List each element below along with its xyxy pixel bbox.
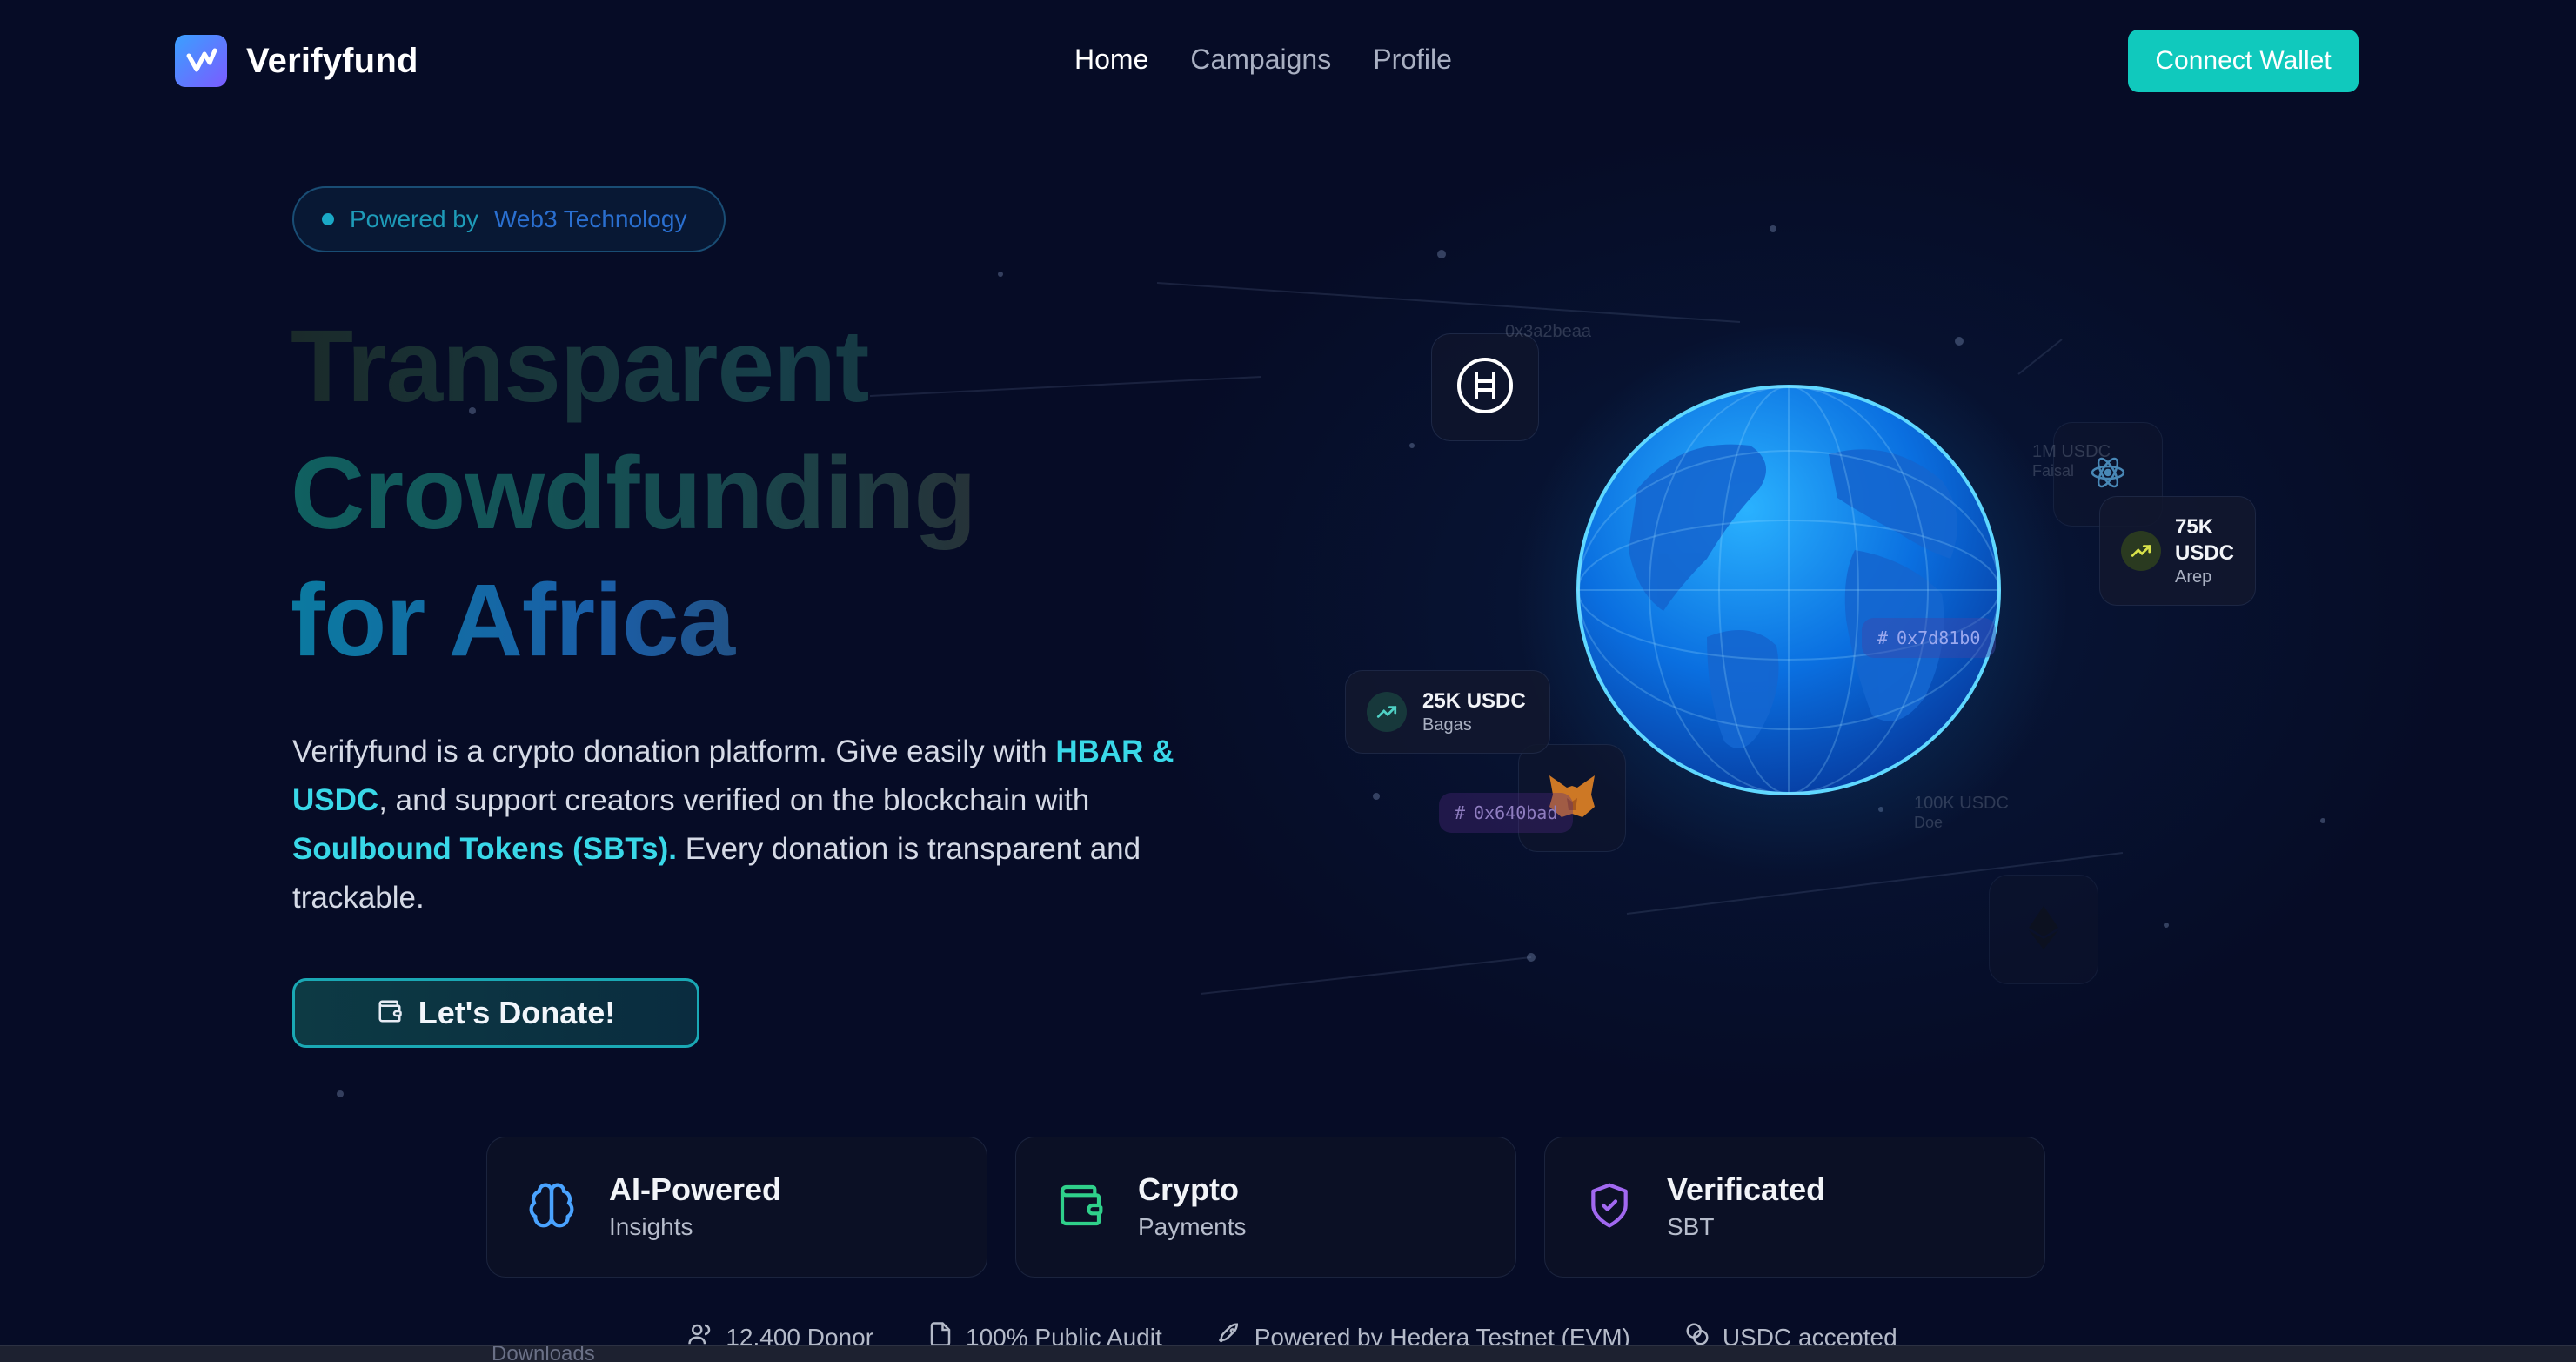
trending-up-icon [2121, 531, 2161, 571]
tx-hash: 0x7d81b0 [1897, 627, 1981, 648]
donation-stat-arep: 75K USDC Arep [2099, 496, 2256, 606]
badge-prefix: Powered by [350, 205, 478, 232]
hero-description: Verifyfund is a crypto donation platform… [292, 728, 1232, 923]
tx-hash-tag: # 0x640bad [1439, 793, 1574, 833]
headline-line-3: for Africa [291, 557, 976, 684]
connect-wallet-button[interactable]: Connect Wallet [2128, 30, 2359, 92]
tx-hash-tag: # 0x7d81b0 [1862, 618, 1997, 658]
faded-hash: 0x3a2beaa [1505, 322, 1591, 341]
brand-logo-icon [175, 35, 227, 87]
stat-amount: 25K USDC [1422, 689, 1526, 713]
wallet-icon [377, 998, 403, 1029]
headline-line-1: Transparent [291, 303, 976, 430]
tx-hash: 0x640bad [1474, 802, 1558, 823]
nav-profile[interactable]: Profile [1373, 44, 1452, 76]
trending-up-icon [1367, 692, 1407, 732]
faded-stat-doe: 100K USDC Doe [1914, 794, 2009, 832]
donation-stat-bagas: 25K USDC Bagas [1345, 670, 1550, 754]
earth-globe [1576, 385, 2001, 795]
page: Verifyfund Home Campaigns Profile Connec… [0, 0, 2576, 1362]
taskbar-downloads[interactable]: Downloads [492, 1346, 595, 1362]
hash-icon: # [1877, 627, 1889, 648]
top-nav: Verifyfund Home Campaigns Profile Connec… [0, 0, 2576, 122]
feature-title: Crypto [1138, 1171, 1239, 1207]
nav-links: Home Campaigns Profile [1074, 44, 1452, 76]
feature-title: AI-Powered [609, 1171, 782, 1207]
faded-amount: 1M USDC [2032, 442, 2111, 461]
feature-subtitle: SBT [1667, 1213, 1715, 1240]
badge-dot [322, 213, 334, 225]
taskbar-strip [0, 1345, 2576, 1362]
powered-by-badge: Powered by Web3 Technology [292, 186, 726, 252]
desc-highlight-sbt: Soulbound Tokens (SBTs). [292, 832, 678, 866]
ethereum-icon [2029, 905, 2058, 954]
hbar-token-chip [1431, 333, 1539, 441]
stat-donor: Arep [2175, 567, 2212, 587]
faded-donor: Faisal [2032, 462, 2075, 480]
hero-headline: Transparent Crowdfunding for Africa [291, 303, 977, 684]
headline-line-2: Crowdfunding [291, 430, 977, 557]
feature-subtitle: Payments [1138, 1213, 1247, 1240]
nav-home[interactable]: Home [1074, 44, 1148, 76]
feature-subtitle: Insights [609, 1213, 693, 1240]
shield-check-icon [1585, 1181, 1634, 1234]
stat-amount: 75K USDC [2175, 515, 2235, 565]
donate-button[interactable]: Let's Donate! [292, 978, 699, 1048]
donate-label: Let's Donate! [418, 995, 616, 1030]
hbar-icon [1455, 356, 1515, 419]
brand-name: Verifyfund [246, 41, 418, 80]
faded-stat-faisal: 1M USDC Faisal [2032, 442, 2111, 480]
desc-part-1: Verifyfund is a crypto donation platform… [292, 735, 1056, 768]
feature-title: Verificated [1667, 1171, 1826, 1207]
faded-donor: Doe [1914, 814, 1944, 831]
feature-card-ai: AI-Powered Insights [486, 1137, 987, 1278]
feature-card-crypto: Crypto Payments [1015, 1137, 1516, 1278]
nav-campaigns[interactable]: Campaigns [1190, 44, 1331, 76]
hash-icon: # [1455, 802, 1466, 823]
stat-donor: Bagas [1422, 715, 1472, 735]
desc-part-2: , and support creators verified on the b… [378, 783, 1090, 817]
badge-accent: Web3 Technology [493, 205, 687, 232]
wallet-icon [1056, 1181, 1105, 1234]
brand[interactable]: Verifyfund [175, 35, 418, 87]
ethereum-chip [1989, 875, 2098, 984]
brain-icon [527, 1181, 576, 1234]
faded-amount: 100K USDC [1914, 794, 2009, 813]
feature-card-verified: Verificated SBT [1544, 1137, 2045, 1278]
